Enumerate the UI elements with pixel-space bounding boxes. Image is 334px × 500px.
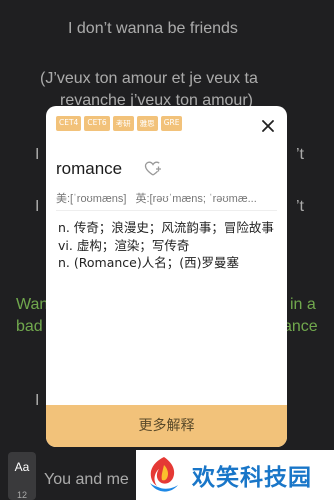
font-size-control[interactable]: Aa 12 [8,452,36,500]
font-size-label: Aa [14,460,30,474]
heart-plus-icon[interactable] [144,160,162,178]
watermark: 欢笑科技园 [136,450,334,500]
divider [56,210,277,211]
brand-logo-icon [150,457,178,492]
definition-line: n. (Romance)人名；(西)罗曼塞 [58,255,239,270]
definition-line: n. 传奇；浪漫史；风流韵事；冒险故事 [58,220,274,235]
exam-tag: 考研 [112,116,134,131]
font-size-value: 12 [16,490,27,500]
watermark-text: 欢笑科技园 [192,465,312,491]
headword: romance [56,159,123,178]
more-explanation-button[interactable]: 更多解释 [46,405,287,447]
close-icon[interactable] [260,118,276,134]
phonetics: 美:[ˈroʊmæns] 英:[rəʊˈmæns; ˈrəʊmæ... [56,190,281,206]
definitions: n. 传奇；浪漫史；风流韵事；冒险故事 vi. 虚构；渲染；写传奇 n. (Ro… [58,219,278,272]
phonetic-uk[interactable]: 英:[rəʊˈmæns; ˈrəʊmæ... [136,193,257,205]
exam-tag: 雅思 [136,116,158,131]
phonetic-us[interactable]: 美:[ˈroʊmæns] [56,193,126,205]
exam-tags: CET4 CET6 考研 雅思 GRE [56,116,183,131]
definition-line: vi. 虚构；渲染；写传奇 [58,237,190,253]
exam-tag: GRE [160,116,183,131]
exam-tag: CET4 [56,116,82,131]
dictionary-popup: CET4 CET6 考研 雅思 GRE romance 美:[ˈroʊmæns]… [46,106,287,447]
exam-tag: CET6 [84,116,110,131]
